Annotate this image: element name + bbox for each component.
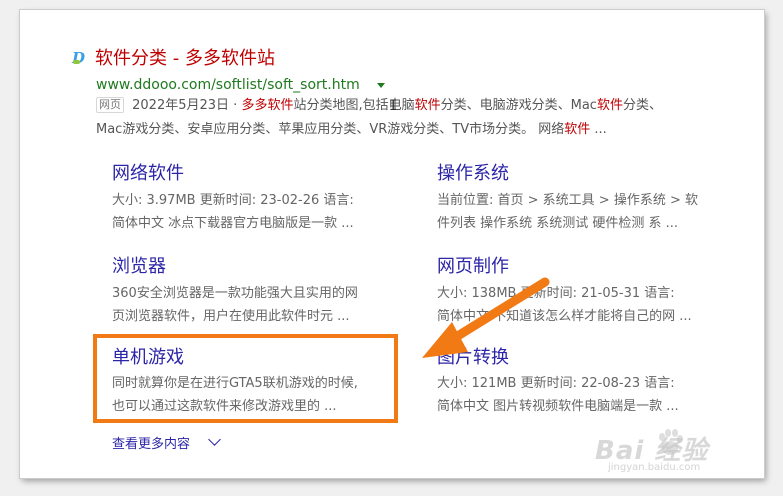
orange-arrow-icon	[422, 277, 550, 358]
search-result-card: D 软件分类 - 多多软件站 www.ddooo.com/softlist/so…	[20, 10, 764, 478]
